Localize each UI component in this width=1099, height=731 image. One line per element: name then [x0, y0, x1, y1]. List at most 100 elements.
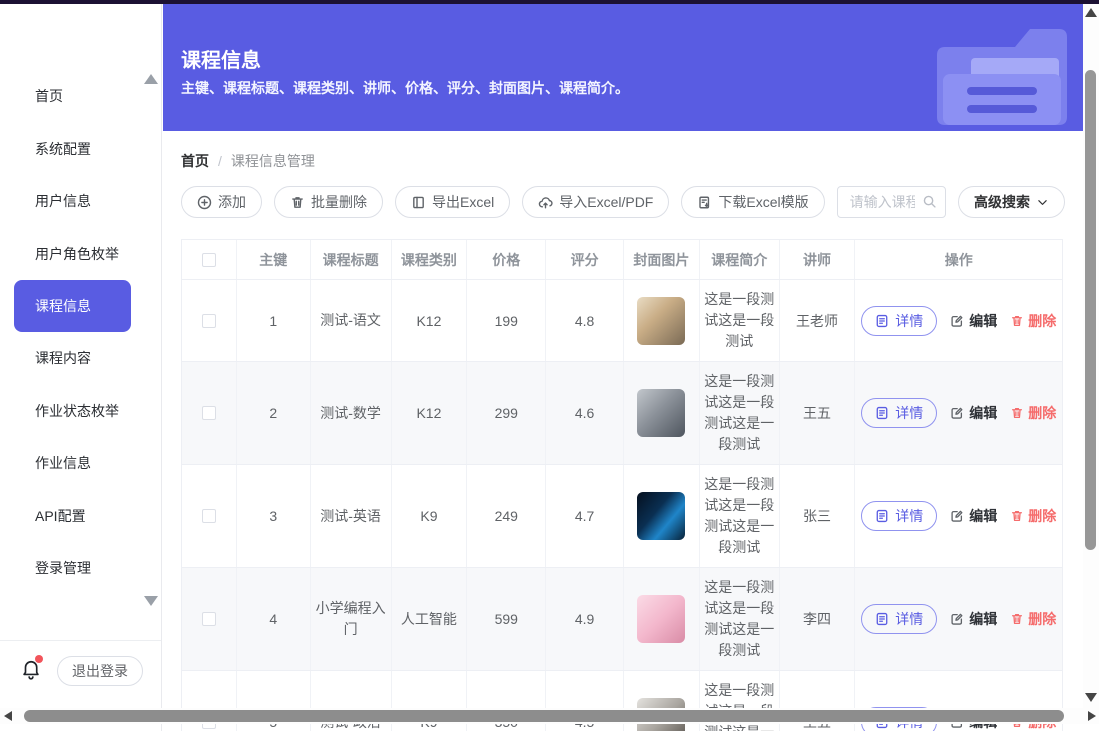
- sidebar-nav-item[interactable]: API配置: [0, 490, 161, 543]
- cell-operations: 详情 编辑 删除: [855, 362, 1062, 464]
- sidebar-item-label: 首页: [35, 86, 63, 106]
- download-template-button[interactable]: 下载Excel模版: [681, 186, 824, 218]
- horizontal-scrollbar-thumb[interactable]: [24, 710, 1064, 722]
- sidebar-item-label: 登录管理: [35, 558, 91, 578]
- cover-image: [637, 297, 685, 345]
- edit-pencil-icon: [950, 612, 964, 626]
- delete-button[interactable]: 删除: [1010, 403, 1056, 423]
- page-subtitle: 主键、课程标题、课程类别、讲师、价格、评分、封面图片、课程简介。: [181, 78, 629, 98]
- cell-operations: 详情 编辑 删除: [855, 568, 1062, 670]
- cell-teacher: 李四: [780, 568, 856, 670]
- delete-button[interactable]: 删除: [1010, 311, 1056, 331]
- app-window: 首页 系统配置 用户信息 用户角色枚举 课程信息: [0, 0, 1099, 731]
- advanced-search-button[interactable]: 高级搜索: [958, 186, 1065, 218]
- sidebar-item-label: 系统配置: [35, 139, 91, 159]
- cell-id: 4: [237, 568, 311, 670]
- select-all-checkbox[interactable]: [202, 253, 216, 267]
- logout-button[interactable]: 退出登录: [57, 656, 143, 686]
- sidebar-item-label: 课程信息: [35, 296, 91, 316]
- detail-button[interactable]: 详情: [861, 604, 937, 634]
- sidebar-nav-item[interactable]: 用户信息: [0, 175, 161, 228]
- sidebar-nav-item[interactable]: 登录管理: [0, 542, 161, 595]
- table-body: 1 测试-语文 K12 199 4.8 这是一段测试这是一段测试 王老师 详情: [182, 280, 1062, 731]
- search-box: [837, 186, 946, 218]
- breadcrumb-separator: /: [218, 153, 222, 169]
- sidebar-item-label: 作业状态枚举: [35, 401, 119, 421]
- vertical-scrollbar-thumb[interactable]: [1085, 70, 1096, 550]
- breadcrumb-home[interactable]: 首页: [181, 151, 209, 171]
- sidebar-nav-item[interactable]: 课程内容: [0, 332, 161, 385]
- row-checkbox[interactable]: [202, 314, 216, 328]
- cell-rating: 4.7: [546, 465, 624, 567]
- cell-category: K12: [392, 280, 468, 361]
- sidebar-item-label: 用户信息: [35, 191, 91, 211]
- scrollbar-left-arrow-icon[interactable]: [4, 711, 12, 721]
- sidebar-nav-item[interactable]: 用户角色枚举: [0, 228, 161, 281]
- cell-id: 3: [237, 465, 311, 567]
- cover-image: [637, 389, 685, 437]
- sidebar-nav-item[interactable]: 首页: [0, 70, 161, 123]
- row-checkbox[interactable]: [202, 612, 216, 626]
- detail-button[interactable]: 详情: [861, 398, 937, 428]
- chevron-down-icon: [1036, 196, 1049, 209]
- breadcrumb: 首页 / 课程信息管理: [181, 151, 1083, 171]
- cell-price: 599: [467, 568, 546, 670]
- import-excel-pdf-button[interactable]: 导入Excel/PDF: [522, 186, 669, 218]
- row-checkbox[interactable]: [202, 406, 216, 420]
- table-row: 1 测试-语文 K12 199 4.8 这是一段测试这是一段测试 王老师 详情: [182, 280, 1062, 362]
- detail-button[interactable]: 详情: [861, 306, 937, 336]
- edit-button[interactable]: 编辑: [950, 403, 997, 423]
- cell-operations: 详情 编辑 删除: [855, 280, 1062, 361]
- cell-category: K9: [392, 465, 468, 567]
- window-top-edge: [0, 0, 1099, 4]
- sidebar-scroll-down-icon[interactable]: [144, 596, 158, 606]
- batch-delete-button[interactable]: 批量删除: [274, 186, 383, 218]
- delete-button[interactable]: 删除: [1010, 609, 1056, 629]
- add-button[interactable]: 添加: [181, 186, 262, 218]
- table-row: 2 测试-数学 K12 299 4.6 这是一段测试这是一段测试这是一段测试 王…: [182, 362, 1062, 465]
- detail-button[interactable]: 详情: [861, 501, 937, 531]
- folder-icon: [927, 14, 1077, 130]
- scrollbar-right-arrow-icon[interactable]: [1088, 711, 1096, 721]
- notification-dot: [35, 655, 43, 663]
- cell-rating: 4.8: [546, 280, 624, 361]
- notification-bell-icon[interactable]: [20, 659, 46, 685]
- cell-price: 249: [467, 465, 546, 567]
- column-header-intro: 课程简介: [700, 240, 780, 279]
- search-icon[interactable]: [922, 194, 937, 209]
- edit-pencil-icon: [950, 314, 964, 328]
- sidebar-nav-item[interactable]: 系统配置: [0, 123, 161, 176]
- column-header-rating: 评分: [546, 240, 624, 279]
- edit-button[interactable]: 编辑: [950, 506, 997, 526]
- edit-pencil-icon: [950, 406, 964, 420]
- page-banner: 课程信息 主键、课程标题、课程类别、讲师、价格、评分、封面图片、课程简介。: [163, 4, 1083, 131]
- delete-button[interactable]: 删除: [1010, 506, 1056, 526]
- trash-icon: [1010, 509, 1024, 523]
- document-icon: [875, 509, 889, 523]
- cell-intro: 这是一段测试这是一段测试: [700, 280, 780, 361]
- vertical-scrollbar[interactable]: [1083, 4, 1099, 708]
- edit-button[interactable]: 编辑: [950, 311, 997, 331]
- cell-price: 299: [467, 362, 546, 464]
- cell-rating: 4.9: [546, 568, 624, 670]
- column-header-category: 课程类别: [392, 240, 468, 279]
- cloud-upload-icon: [538, 195, 553, 210]
- cell-rating: 4.6: [546, 362, 624, 464]
- column-header-cover: 封面图片: [624, 240, 700, 279]
- scrollbar-up-arrow-icon[interactable]: [1085, 8, 1097, 17]
- page-title: 课程信息: [181, 44, 261, 73]
- horizontal-scrollbar[interactable]: [0, 708, 1099, 724]
- cell-title: 小学编程入门: [311, 568, 392, 670]
- toolbar: 添加 批量删除 导出Excel 导入Excel/PDF 下载Excel模版: [181, 186, 1065, 218]
- trash-icon: [290, 195, 305, 210]
- scrollbar-down-arrow-icon[interactable]: [1085, 693, 1097, 702]
- sidebar-nav-item[interactable]: 作业状态枚举: [0, 385, 161, 438]
- column-header-id: 主键: [237, 240, 311, 279]
- sidebar-nav-item[interactable]: 课程信息: [14, 280, 131, 332]
- cell-intro: 这是一段测试这是一段测试这是一段测试: [700, 465, 780, 567]
- edit-pencil-icon: [950, 509, 964, 523]
- row-checkbox[interactable]: [202, 509, 216, 523]
- export-excel-button[interactable]: 导出Excel: [395, 186, 510, 218]
- edit-button[interactable]: 编辑: [950, 609, 997, 629]
- sidebar-nav-item[interactable]: 作业信息: [0, 437, 161, 490]
